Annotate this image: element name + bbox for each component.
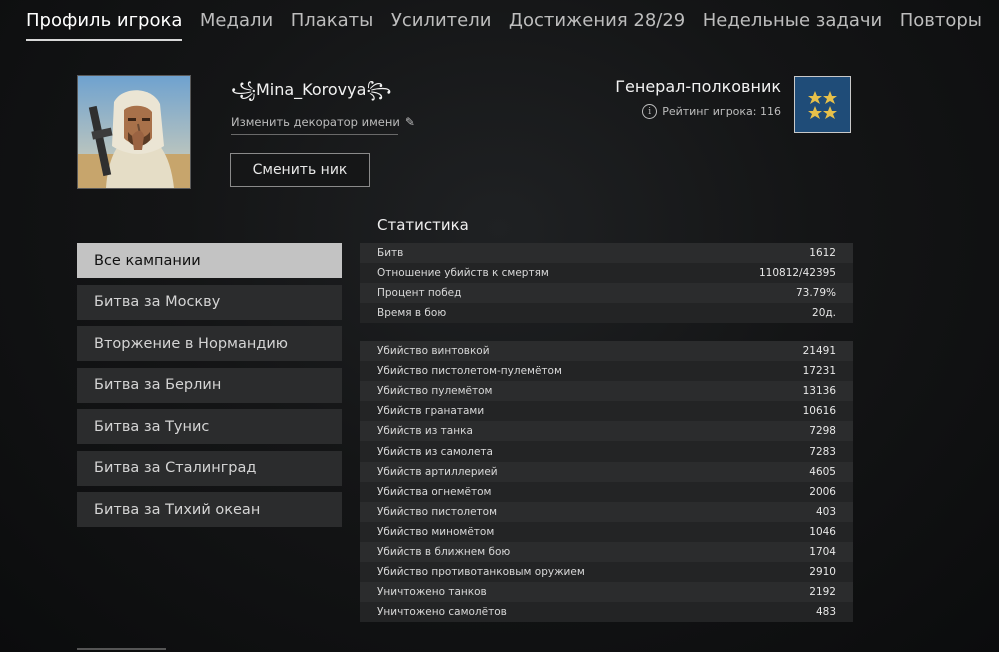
stat-value: 21491 xyxy=(802,345,836,358)
top-tabs: Профиль игрока Медали Плакаты Усилители … xyxy=(26,9,999,41)
campaign-pacific[interactable]: Битва за Тихий океан xyxy=(77,492,342,527)
stat-value: 483 xyxy=(815,606,836,619)
change-name-decorator-link[interactable]: Изменить декоратор имени ✎ xyxy=(231,115,415,135)
scroll-edge-divider xyxy=(77,648,166,650)
stat-row: Убийств из танка 7298 xyxy=(360,421,853,442)
stat-row: Убийство пистолетом-пулемётом 17231 xyxy=(360,361,853,382)
tab-weekly-tasks[interactable]: Недельные задачи xyxy=(703,9,882,41)
stat-label: Убийство пистолетом xyxy=(377,505,497,518)
stat-label: Отношение убийств к смертям xyxy=(377,267,549,280)
stat-label: Убийство пистолетом-пулемётом xyxy=(377,365,562,378)
stat-row: Убийств из самолета 7283 xyxy=(360,441,853,462)
stat-value: 2192 xyxy=(809,586,836,599)
stat-row: Убийство винтовкой 21491 xyxy=(360,341,853,362)
stat-row: Убийство пистолетом 403 xyxy=(360,501,853,522)
stat-label: Уничтожено танков xyxy=(377,586,487,599)
stat-value: 1612 xyxy=(809,247,836,260)
stat-row: Убийств гранатами 10616 xyxy=(360,401,853,422)
tab-posters[interactable]: Плакаты xyxy=(291,9,374,41)
player-name: ꧁Mina_Korovya꧂ xyxy=(231,80,392,99)
stat-label: Убийство миномётом xyxy=(377,525,495,538)
stat-label: Убийство пулемётом xyxy=(377,385,493,398)
stat-value: 17231 xyxy=(802,365,836,378)
decorator-link-label: Изменить декоратор имени xyxy=(231,115,400,129)
stat-row: Убийств в ближнем бою 1704 xyxy=(360,541,853,563)
tab-boosters[interactable]: Усилители xyxy=(391,9,492,41)
info-icon[interactable]: i xyxy=(642,104,658,119)
stat-label: Убийств из самолета xyxy=(377,445,493,458)
stat-value: 7283 xyxy=(809,445,836,458)
stat-value: 7298 xyxy=(809,425,836,438)
rank-stars-icon xyxy=(808,91,837,119)
tab-profile[interactable]: Профиль игрока xyxy=(26,9,183,41)
campaign-stalingrad[interactable]: Битва за Сталинград xyxy=(77,450,342,486)
stat-value: 4605 xyxy=(809,465,836,478)
campaign-tunisia[interactable]: Битва за Тунис xyxy=(77,409,342,444)
stat-label: Убийств артиллерией xyxy=(377,465,498,478)
stat-row: Процент побед 73.79% xyxy=(360,283,853,304)
rank-badge xyxy=(794,76,851,133)
stat-label: Битв xyxy=(377,247,404,260)
stat-label: Убийств из танка xyxy=(377,425,473,438)
campaign-berlin[interactable]: Битва за Берлин xyxy=(77,367,342,403)
stat-value: 1704 xyxy=(809,545,836,558)
stat-value: 20д. xyxy=(812,307,836,320)
campaign-moscow[interactable]: Битва за Москву xyxy=(77,284,342,320)
change-nick-button[interactable]: Сменить ник xyxy=(230,153,370,187)
stat-row: Убийство противотанковым оружием 2910 xyxy=(360,562,853,583)
stat-row: Убийство пулемётом 13136 xyxy=(360,381,853,402)
stat-row: Битв 1612 xyxy=(360,243,853,264)
general-stats-table: Битв 1612 Отношение убийств к смертям 1108… xyxy=(360,243,853,324)
stat-value: 73.79% xyxy=(795,287,836,300)
rank-title: Генерал-полковник xyxy=(615,77,781,96)
soldier-portrait-icon xyxy=(78,76,190,188)
stat-row: Уничтожено танков 2192 xyxy=(360,582,853,603)
stat-label: Убийство противотанковым оружием xyxy=(377,566,585,579)
stats-heading: Статистика xyxy=(377,216,469,234)
stat-label: Убийств гранатами xyxy=(377,405,485,418)
player-avatar[interactable] xyxy=(77,75,191,189)
stat-label: Время в бою xyxy=(377,307,447,320)
stat-label: Убийство винтовкой xyxy=(377,345,490,358)
player-rating: i Рейтинг игрока: 116 xyxy=(642,104,781,119)
kill-stats-table: Убийство винтовкой 21491 Убийство пистоле… xyxy=(360,341,853,623)
stat-value: 110812/42395 xyxy=(758,267,836,280)
tab-achievements[interactable]: Достижения 28/29 xyxy=(509,9,685,41)
stat-row: Убийства огнемётом 2006 xyxy=(360,481,853,502)
stat-value: 13136 xyxy=(802,385,836,398)
stat-value: 1046 xyxy=(809,525,836,538)
stat-label: Процент побед xyxy=(377,287,462,300)
stat-label: Уничтожено самолётов xyxy=(377,606,507,619)
stat-row: Уничтожено самолётов 483 xyxy=(360,602,853,623)
stat-value: 2910 xyxy=(809,566,836,579)
stat-value: 2006 xyxy=(809,485,836,498)
stat-row: Убийств артиллерией 4605 xyxy=(360,461,853,482)
campaign-list: Все кампании Битва за Москву Вторжение в… xyxy=(77,243,342,534)
stat-row: Время в бою 20д. xyxy=(360,303,853,324)
campaign-all[interactable]: Все кампании xyxy=(77,243,342,278)
campaign-normandy[interactable]: Вторжение в Нормандию xyxy=(77,326,342,361)
stat-value: 403 xyxy=(815,505,836,518)
rating-text: Рейтинг игрока: 116 xyxy=(662,105,781,118)
tab-medals[interactable]: Медали xyxy=(200,9,273,41)
stat-value: 10616 xyxy=(802,405,836,418)
stat-label: Убийств в ближнем бою xyxy=(377,545,511,558)
stat-row: Отношение убийств к смертям 110812/42395 xyxy=(360,263,853,284)
stat-row: Убийство миномётом 1046 xyxy=(360,521,853,542)
tab-replays[interactable]: Повторы xyxy=(900,9,982,41)
pencil-icon: ✎ xyxy=(404,115,415,129)
stat-label: Убийства огнемётом xyxy=(377,485,492,498)
